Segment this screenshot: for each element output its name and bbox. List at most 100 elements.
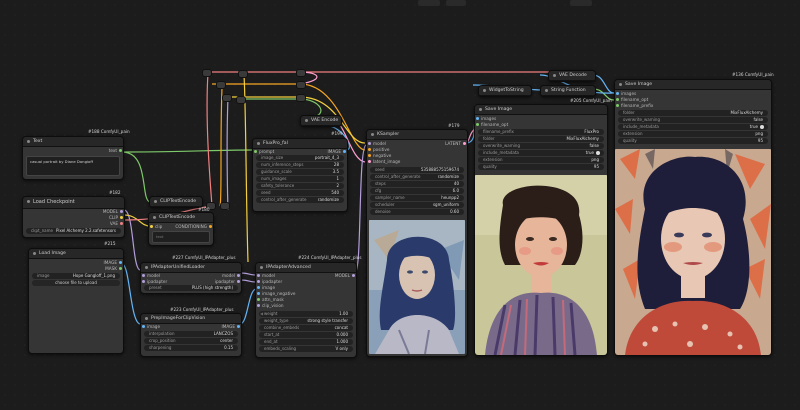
- steps-widget[interactable]: steps 40: [370, 181, 464, 187]
- extension-widget[interactable]: extension png: [478, 157, 604, 163]
- load-checkpoint-node[interactable]: Load Checkpoint MODEL CLIP VAE ckpt_name…: [22, 196, 125, 238]
- reroute-node[interactable]: [238, 70, 248, 78]
- clip-text-encode-node[interactable]: CLIPTextEncode: [149, 196, 203, 208]
- sharpening-widget[interactable]: sharpening 0.15: [144, 345, 238, 351]
- folder-widget[interactable]: folder MixFluxAlchemy: [478, 136, 604, 142]
- output-latent-dot[interactable]: [463, 142, 466, 145]
- input-model-dot[interactable]: [257, 274, 260, 277]
- include-metadata-toggle[interactable]: include_metadata true: [618, 124, 768, 130]
- input-ipadapter-dot[interactable]: [257, 280, 260, 283]
- seed-widget[interactable]: seed 535888575159674: [370, 167, 464, 173]
- image-size-widget[interactable]: image_size portrait_4_3: [256, 155, 344, 161]
- extension-widget[interactable]: extension png: [618, 131, 768, 137]
- vae-encode-node[interactable]: VAE Encode: [300, 115, 342, 127]
- input-negative-dot[interactable]: [368, 154, 371, 157]
- overwrite-warning-toggle[interactable]: overwrite_warning false: [618, 117, 768, 123]
- combine-embeds-widget[interactable]: combine_embeds concat: [259, 325, 353, 331]
- start-at-widget[interactable]: start_at 0.000: [259, 332, 353, 338]
- input-image-negative-dot[interactable]: [257, 292, 260, 295]
- denoise-widget[interactable]: denoise 0.60: [370, 209, 464, 215]
- input-images-dot[interactable]: [476, 117, 479, 120]
- widget-to-string-node[interactable]: WidgetToString: [478, 85, 532, 97]
- load-image-node[interactable]: Load Image IMAGE MASK image Hope Ganglof…: [28, 248, 124, 354]
- overwrite-warning-toggle[interactable]: overwrite_warning false: [478, 143, 604, 149]
- input-clip-dot[interactable]: [150, 225, 153, 228]
- input-prompt-dot[interactable]: [254, 150, 257, 153]
- ipadapter-advanced-node[interactable]: IPAdapterAdvanced MODEL model ipadapter …: [255, 262, 357, 358]
- reroute-node[interactable]: [296, 81, 306, 89]
- output-image-dot[interactable]: [343, 150, 346, 153]
- reroute-node[interactable]: [296, 69, 306, 77]
- input-latent-dot[interactable]: [368, 160, 371, 163]
- input-model-dot[interactable]: [142, 274, 145, 277]
- weight-widget[interactable]: ◀ weight 1.00: [259, 311, 353, 317]
- input-model-dot[interactable]: [368, 142, 371, 145]
- input-positive-dot[interactable]: [368, 148, 371, 151]
- ipadapter-unified-loader-node[interactable]: IPAdapterUnifiedLoader model ipadapter m…: [140, 262, 242, 294]
- output-image-dot[interactable]: [119, 261, 122, 264]
- interpolation-widget[interactable]: interpolation LANCZOS: [144, 331, 238, 337]
- output-dot[interactable]: [119, 149, 122, 152]
- ksampler-node[interactable]: KSampler model positive negative latent_…: [366, 129, 468, 357]
- output-mask-dot[interactable]: [119, 267, 122, 270]
- control-after-generate-widget[interactable]: control_after_generate randomize: [256, 197, 344, 203]
- sampler-name-widget[interactable]: sampler_name heunpp2: [370, 195, 464, 201]
- output-ipadapter-dot[interactable]: [237, 280, 240, 283]
- output-model-dot[interactable]: [237, 274, 240, 277]
- prep-image-clip-vision-node[interactable]: PrepImageForClipVision image IMAGE inter…: [140, 313, 242, 357]
- weight-type-widget[interactable]: weight_type strong style transfer: [259, 318, 353, 324]
- crop-position-widget[interactable]: crop_position center: [144, 338, 238, 344]
- embeds-scaling-widget[interactable]: embeds_scaling V only: [259, 346, 353, 352]
- reroute-node[interactable]: [296, 94, 306, 102]
- text-content-area[interactable]: casual portrait by Diane Dongioff: [26, 156, 120, 176]
- reroute-node[interactable]: [216, 81, 226, 89]
- output-model-dot[interactable]: [352, 274, 355, 277]
- save-image-node-middle[interactable]: Save Image images filename_opt filename_…: [474, 104, 608, 356]
- reroute-node[interactable]: [202, 69, 212, 77]
- folder-widget[interactable]: folder MixFluxAlchemy: [618, 110, 768, 116]
- node-graph-canvas[interactable]: #188 ComfyUI_pain Text text casual portr…: [0, 0, 800, 410]
- input-attn-mask-dot[interactable]: [257, 298, 260, 301]
- text-node[interactable]: Text text casual portrait by Diane Dongi…: [22, 136, 124, 180]
- guidance-scale-widget[interactable]: guidance_scale 3.5: [256, 169, 344, 175]
- include-metadata-toggle[interactable]: include_metadata true: [478, 150, 604, 156]
- reroute-node[interactable]: [220, 202, 230, 210]
- reroute-node[interactable]: [236, 96, 246, 104]
- output-clip-dot[interactable]: [120, 216, 123, 219]
- reroute-node[interactable]: [222, 94, 232, 102]
- output-conditioning-dot[interactable]: [209, 225, 212, 228]
- input-clip-vision-dot[interactable]: [257, 304, 260, 307]
- num-images-widget[interactable]: num_images 1: [256, 176, 344, 182]
- end-at-widget[interactable]: end_at 1.000: [259, 339, 353, 345]
- upload-button[interactable]: choose file to upload: [32, 280, 120, 286]
- quality-widget[interactable]: quality 95: [618, 138, 768, 144]
- scheduler-widget[interactable]: scheduler sgm_uniform: [370, 202, 464, 208]
- ckpt-name-widget[interactable]: ckpt_name Pixel Alchemy 2.2.safetensors: [26, 228, 121, 234]
- input-images-dot[interactable]: [616, 92, 619, 95]
- widget-value: 0.000: [336, 332, 348, 337]
- save-image-node-right[interactable]: Save Image images filename_opt filename_…: [614, 79, 772, 356]
- cfg-widget[interactable]: cfg 6.0: [370, 188, 464, 194]
- filename-prefix-widget[interactable]: filename_prefix FluxPro: [478, 129, 604, 135]
- output-model-dot[interactable]: [120, 210, 123, 213]
- output-image-dot[interactable]: [237, 325, 240, 328]
- string-function-node[interactable]: String Function: [540, 85, 596, 97]
- input-filename-prefix-dot[interactable]: [616, 104, 619, 107]
- prompt-text-area[interactable]: text: [152, 231, 210, 243]
- output-vae-dot[interactable]: [120, 222, 123, 225]
- clip-text-encode-node-2[interactable]: CLIPTextEncode clip CONDITIONING text: [148, 212, 214, 246]
- control-after-generate-widget[interactable]: control_after_generate randomize: [370, 174, 464, 180]
- input-ipadapter-dot[interactable]: [142, 280, 145, 283]
- quality-widget[interactable]: quality 95: [478, 164, 604, 170]
- seed-widget[interactable]: seed 540: [256, 190, 344, 196]
- num-inference-steps-widget[interactable]: num_inference_steps 28: [256, 162, 344, 168]
- input-filename-opt-dot[interactable]: [616, 98, 619, 101]
- preset-widget[interactable]: preset PLUS (high strength): [144, 285, 238, 291]
- safety-tolerance-widget[interactable]: safety_tolerance 2: [256, 183, 344, 189]
- fluxpro-node[interactable]: FluxPro_fal prompt IMAGE image_size port…: [252, 138, 348, 212]
- input-filename-opt-dot[interactable]: [476, 123, 479, 126]
- input-image-dot[interactable]: [142, 325, 145, 328]
- input-image-dot[interactable]: [257, 286, 260, 289]
- vae-decode-node[interactable]: VAE Decode: [548, 70, 596, 82]
- image-select-widget[interactable]: image Hope Gangloff_1.png: [32, 273, 120, 279]
